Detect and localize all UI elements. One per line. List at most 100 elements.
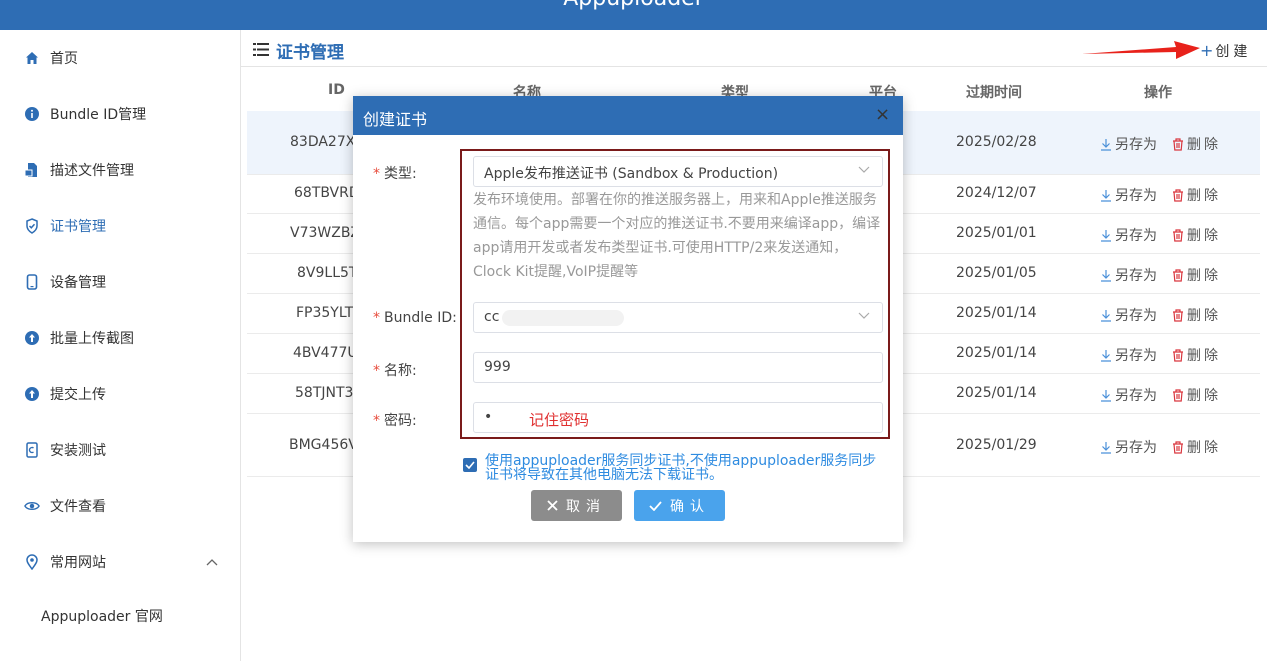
password-value: • (484, 409, 493, 425)
confirm-button[interactable]: 确认 (634, 490, 725, 521)
save-as-label: 另存为 (1115, 137, 1157, 153)
cell-expires: 2025/02/28 (956, 134, 1037, 150)
app-title: Appuploader (0, 0, 1267, 11)
cell-expires: 2025/01/14 (956, 385, 1037, 401)
sidebar-item-profiles[interactable]: 描述文件管理 (0, 142, 240, 198)
location-icon (24, 554, 40, 570)
sidebar-item-submit-upload[interactable]: 提交上传 (0, 366, 240, 422)
home-icon (24, 50, 40, 66)
dialog-title: 创建证书 (363, 110, 428, 129)
sidebar-item-devices[interactable]: 设备管理 (0, 254, 240, 310)
download-icon (1101, 138, 1111, 151)
trash-icon (1173, 388, 1183, 402)
cell-id: BMG456V (289, 437, 358, 453)
download-icon (1101, 349, 1111, 362)
sidebar-item-label: 提交上传 (50, 387, 106, 403)
confirm-label: 确认 (670, 498, 710, 515)
delete-button[interactable]: 删除 (1172, 134, 1221, 154)
sidebar-item-label: 设备管理 (50, 275, 106, 291)
cell-id: V73WZBZ (290, 225, 361, 241)
delete-label: 删除 (1187, 188, 1221, 204)
sidebar-item-file-view[interactable]: 文件查看 (0, 478, 240, 534)
sidebar-item-label: 证书管理 (50, 219, 106, 235)
trash-icon (1173, 440, 1183, 454)
trash-icon (1173, 188, 1183, 202)
redacted-area (502, 310, 624, 326)
page-title: 证书管理 (276, 43, 344, 63)
bundle-id-label: * Bundle ID: (373, 310, 457, 326)
delete-button[interactable]: 删除 (1172, 305, 1221, 325)
delete-label: 删除 (1187, 388, 1221, 404)
name-input[interactable]: 999 (473, 352, 883, 383)
sidebar-item-label: 常用网站 (50, 555, 106, 571)
sidebar: 首页 Bundle ID管理 描述文件管理 证书管理 设备管理 批量上传截图 提… (0, 30, 241, 661)
chevron-down-icon (858, 163, 870, 177)
sidebar-item-label: 首页 (50, 51, 78, 67)
save-as-button[interactable]: 另存为 (1100, 185, 1157, 205)
download-icon (1101, 229, 1111, 242)
info-icon (24, 106, 40, 122)
cell-id: 68TBVRD (294, 185, 360, 201)
chevron-down-icon (858, 309, 870, 323)
column-header-id[interactable]: ID (328, 82, 345, 98)
delete-label: 删除 (1187, 137, 1221, 153)
sidebar-item-label: 批量上传截图 (50, 331, 134, 347)
annotation-arrow-icon (1082, 41, 1200, 59)
save-as-label: 另存为 (1115, 348, 1157, 364)
save-as-button[interactable]: 另存为 (1100, 437, 1157, 457)
check-icon (465, 461, 475, 469)
cell-id: 8V9LL5T (297, 265, 358, 281)
sidebar-item-common-sites[interactable]: 常用网站 (0, 534, 240, 590)
save-as-button[interactable]: 另存为 (1100, 134, 1157, 154)
delete-button[interactable]: 删除 (1172, 185, 1221, 205)
save-as-button[interactable]: 另存为 (1100, 225, 1157, 245)
delete-button[interactable]: 删除 (1172, 265, 1221, 285)
upload-icon (24, 386, 40, 402)
type-select[interactable]: Apple发布推送证书 (Sandbox & Production) (473, 156, 883, 187)
trash-icon (1173, 137, 1183, 151)
save-as-button[interactable]: 另存为 (1100, 385, 1157, 405)
sync-checkbox-label: 使用appuploader服务同步证书,不使用appuploader服务同步证书… (485, 453, 877, 483)
sidebar-item-bundle-id[interactable]: Bundle ID管理 (0, 86, 240, 142)
cancel-label: 取消 (566, 498, 606, 515)
create-button[interactable]: + 创建 (1200, 41, 1251, 61)
save-as-label: 另存为 (1115, 228, 1157, 244)
create-label: 创建 (1215, 44, 1252, 60)
install-icon (24, 442, 40, 458)
sync-checkbox[interactable] (463, 458, 477, 472)
chevron-up-icon[interactable] (206, 555, 218, 569)
delete-button[interactable]: 删除 (1172, 437, 1221, 457)
trash-icon (1173, 348, 1183, 362)
trash-icon (1173, 228, 1183, 242)
name-label: * 名称: (373, 363, 417, 379)
delete-button[interactable]: 删除 (1172, 385, 1221, 405)
cell-expires: 2025/01/01 (956, 225, 1037, 241)
column-header-expires[interactable]: 过期时间 (966, 82, 1022, 102)
delete-label: 删除 (1187, 348, 1221, 364)
menu-icon[interactable] (253, 41, 269, 60)
cell-expires: 2025/01/29 (956, 437, 1037, 453)
cancel-button[interactable]: 取消 (531, 490, 622, 521)
sidebar-item-certificates[interactable]: 证书管理 (0, 198, 240, 254)
sidebar-item-install-test[interactable]: 安装测试 (0, 422, 240, 478)
delete-label: 删除 (1187, 228, 1221, 244)
save-as-label: 另存为 (1115, 440, 1157, 456)
save-as-label: 另存为 (1115, 268, 1157, 284)
phone-icon (24, 274, 40, 290)
remember-password-note: 记住密码 (529, 411, 590, 429)
save-as-label: 另存为 (1115, 308, 1157, 324)
delete-button[interactable]: 删除 (1172, 225, 1221, 245)
close-icon[interactable]: × (875, 104, 890, 125)
sidebar-item-home[interactable]: 首页 (0, 30, 240, 86)
save-as-button[interactable]: 另存为 (1100, 345, 1157, 365)
sidebar-item-batch-screenshots[interactable]: 批量上传截图 (0, 310, 240, 366)
sidebar-subitem-official-site[interactable]: Appuploader 官网 (41, 606, 163, 626)
type-label: * 类型: (373, 166, 417, 182)
download-icon (1101, 389, 1111, 402)
save-as-button[interactable]: 另存为 (1100, 305, 1157, 325)
delete-button[interactable]: 删除 (1172, 345, 1221, 365)
password-label: * 密码: (373, 413, 417, 429)
type-description: 发布环境使用。部署在你的推送服务器上，用来和Apple推送服务通信。每个app需… (473, 192, 881, 280)
save-as-label: 另存为 (1115, 388, 1157, 404)
save-as-button[interactable]: 另存为 (1100, 265, 1157, 285)
